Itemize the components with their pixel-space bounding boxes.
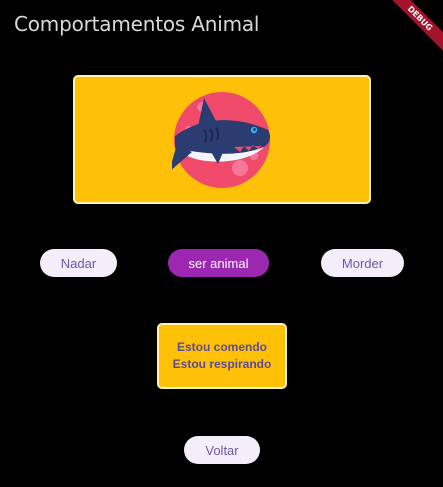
status-box: Estou comendo Estou respirando <box>157 323 287 389</box>
status-line-breathing: Estou respirando <box>172 357 272 371</box>
animal-image-card <box>73 75 371 204</box>
debug-banner: DEBUG <box>383 0 443 60</box>
bite-button[interactable]: Morder <box>321 249 404 277</box>
debug-banner-label: DEBUG <box>383 0 443 55</box>
shark-icon <box>172 91 271 188</box>
be-animal-button[interactable]: ser animal <box>168 249 269 277</box>
swim-button[interactable]: Nadar <box>40 249 117 277</box>
status-line-eating: Estou comendo <box>176 340 267 354</box>
app-title: Comportamentos Animal <box>14 12 260 36</box>
back-button[interactable]: Voltar <box>184 436 260 464</box>
